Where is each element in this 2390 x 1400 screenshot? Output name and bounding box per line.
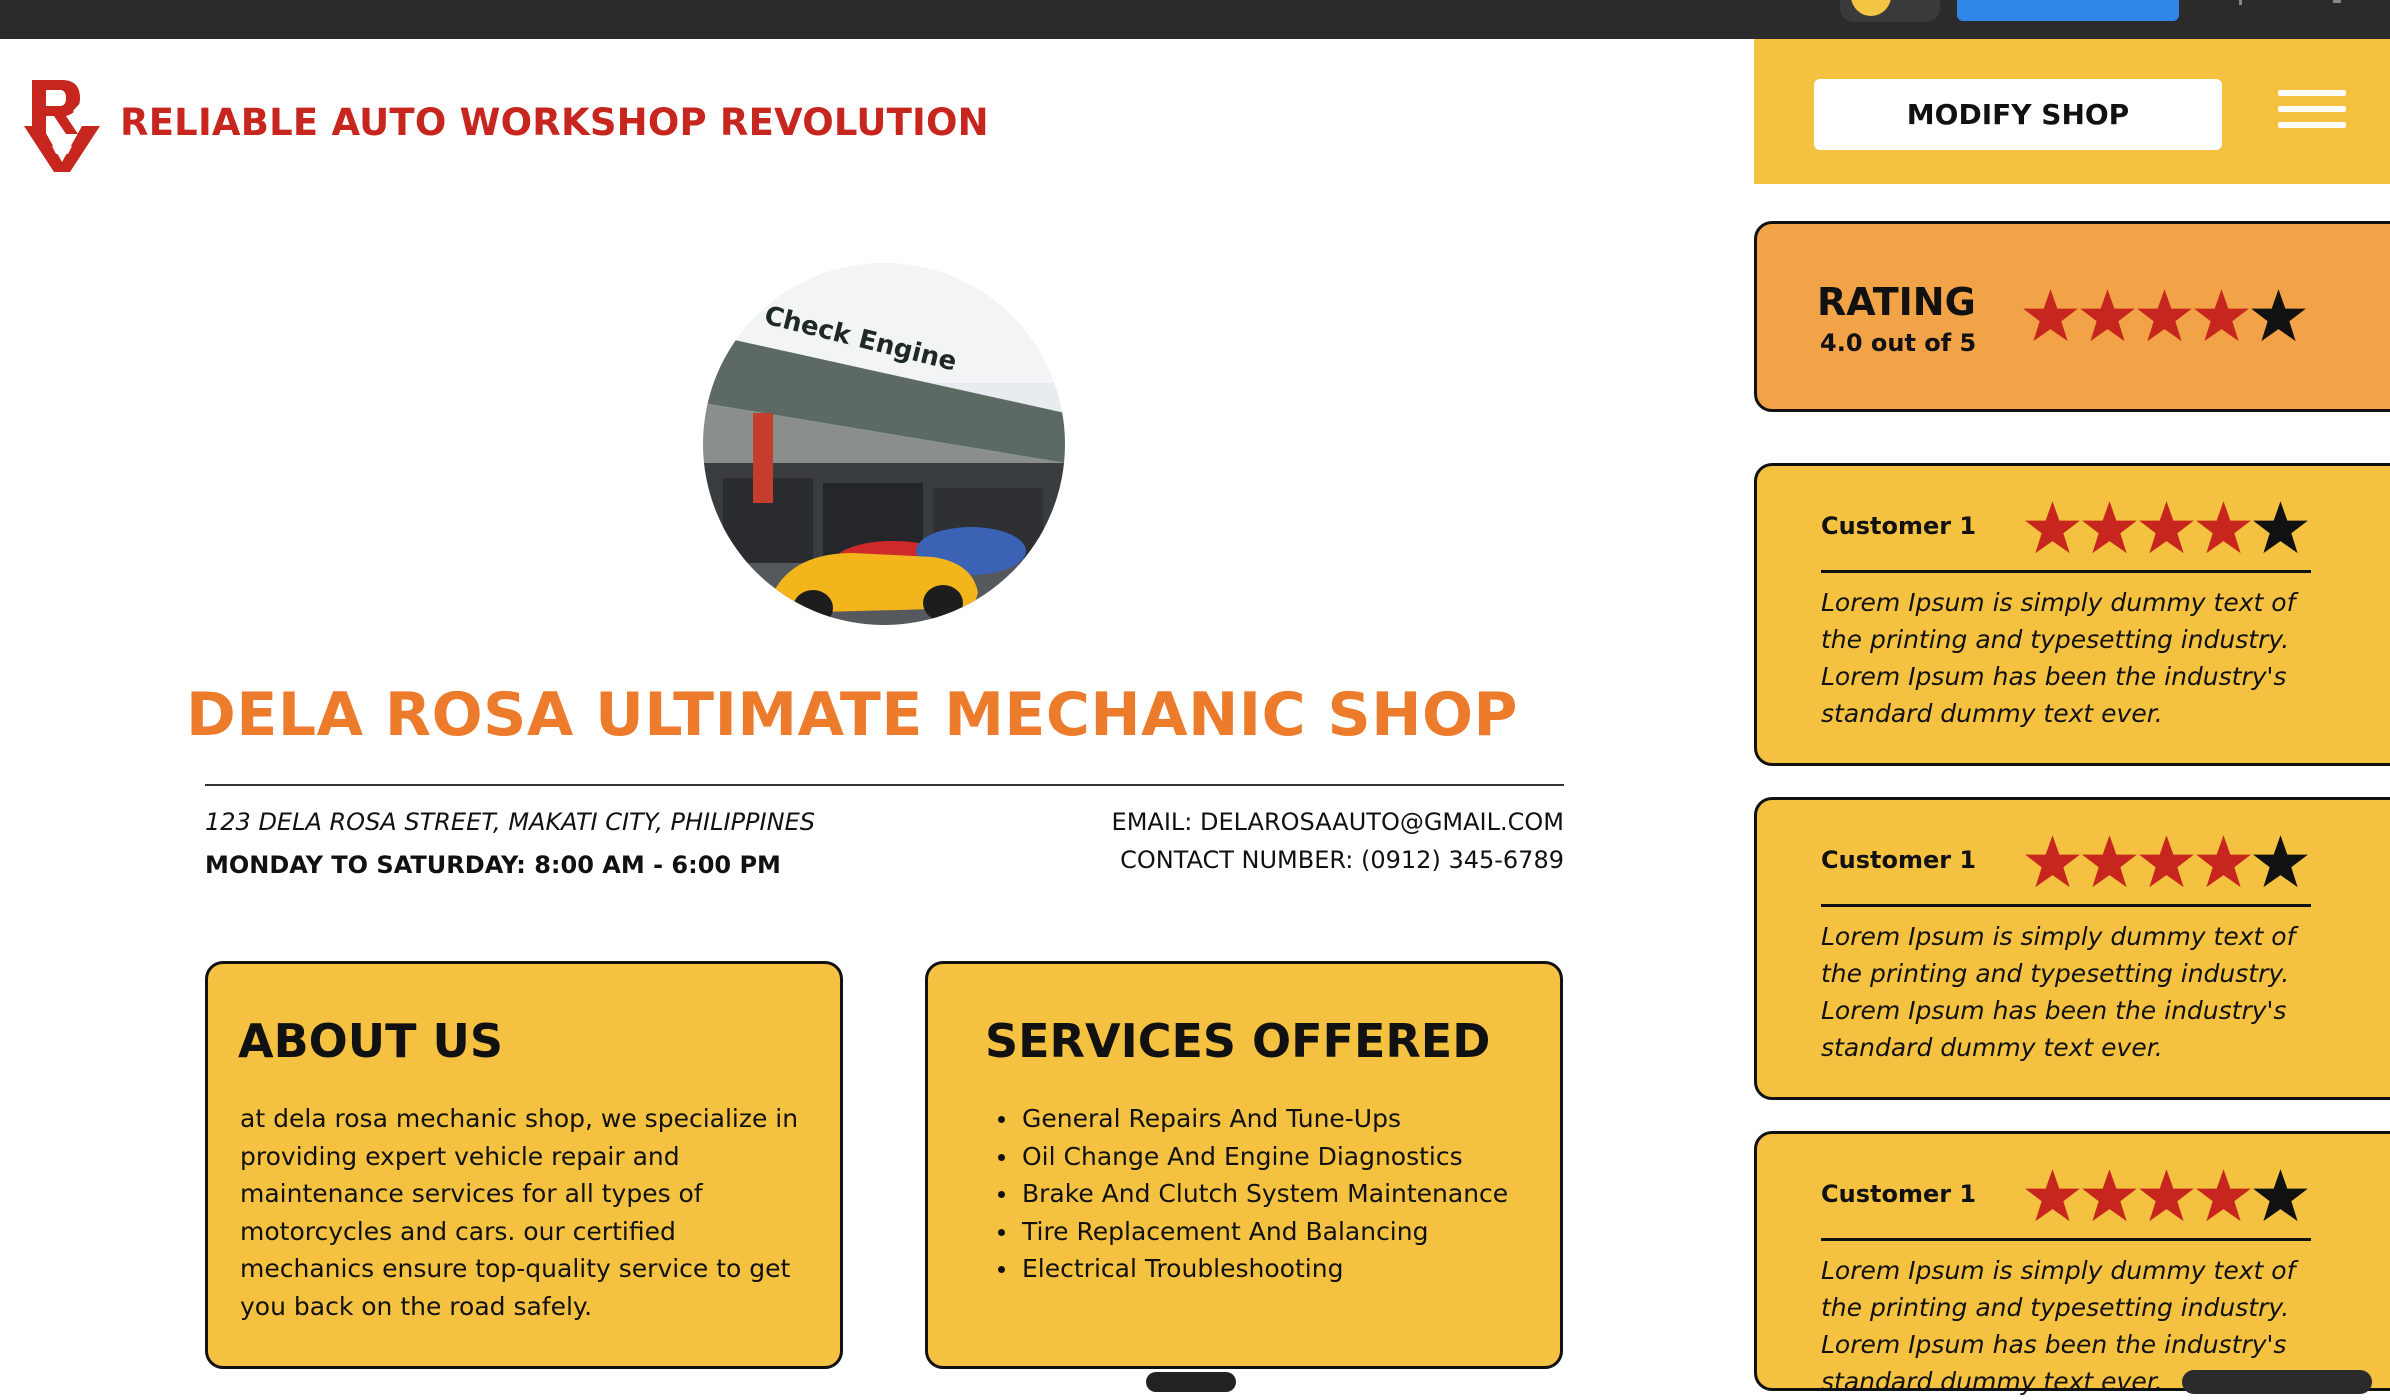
- about-text: at dela rosa mechanic shop, we specializ…: [240, 1104, 799, 1321]
- divider: [205, 784, 1564, 786]
- shop-phone[interactable]: CONTACT NUMBER: (0912) 345-6789: [1120, 846, 1564, 874]
- top-bar-blue-button[interactable]: [1957, 0, 2179, 21]
- star-icon: [2082, 1169, 2137, 1222]
- star-icon: [2025, 1169, 2080, 1222]
- browser-top-bar: [0, 0, 2390, 39]
- hamburger-menu-icon[interactable]: [2278, 90, 2346, 132]
- star-icon: [2251, 289, 2306, 342]
- star-icon: [2080, 289, 2135, 342]
- star-icon: [2253, 835, 2308, 888]
- modify-shop-button[interactable]: MODIFY SHOP: [1814, 79, 2222, 150]
- star-icon: [2194, 289, 2249, 342]
- star-icon: [2139, 1169, 2194, 1222]
- service-item: Electrical Troubleshooting: [988, 1250, 1508, 1288]
- star-icon: [2082, 501, 2137, 554]
- star-icon: [2253, 1169, 2308, 1222]
- review-divider: [1821, 1238, 2311, 1241]
- star-icon: [2196, 835, 2251, 888]
- floating-widget[interactable]: [2182, 1370, 2372, 1394]
- review-customer-name: Customer 1: [1821, 846, 1977, 874]
- star-icon: [2025, 501, 2080, 554]
- review-divider: [1821, 904, 2311, 907]
- rating-card: RATING 4.0 out of 5: [1754, 221, 2390, 412]
- star-icon: [2139, 835, 2194, 888]
- shop-hours: MONDAY TO SATURDAY: 8:00 AM - 6:00 PM: [205, 851, 781, 879]
- top-bar-mark: [2333, 0, 2341, 3]
- ra-logo-icon: [24, 80, 104, 172]
- services-card: SERVICES OFFERED General Repairs And Tun…: [925, 961, 1563, 1369]
- review-card: Customer 1 Lorem Ipsum is simply dummy t…: [1754, 1131, 2390, 1396]
- review-stars: [2024, 1167, 2309, 1224]
- service-item: General Repairs And Tune-Ups: [988, 1100, 1508, 1138]
- review-stars: [2024, 833, 2309, 890]
- shop-email[interactable]: EMAIL: DELAROSAAUTO@GMAIL.COM: [1112, 808, 1564, 836]
- brand[interactable]: RELIABLE AUTO WORKSHOP REVOLUTION: [22, 72, 989, 172]
- star-icon: [2137, 289, 2192, 342]
- review-customer-name: Customer 1: [1821, 1180, 1977, 1208]
- top-bar-mark: [2239, 0, 2242, 5]
- shop-photo: Check Engine: [703, 263, 1065, 625]
- shop-name: DELA ROSA ULTIMATE MECHANIC SHOP: [186, 680, 1518, 750]
- about-heading: ABOUT US: [238, 1014, 503, 1068]
- services-list: General Repairs And Tune-Ups Oil Change …: [988, 1100, 1508, 1288]
- services-heading: SERVICES OFFERED: [985, 1014, 1491, 1068]
- star-icon: [2139, 501, 2194, 554]
- scroll-indicator[interactable]: [1146, 1372, 1236, 1392]
- star-icon: [2253, 501, 2308, 554]
- shop-address: 123 DELA ROSA STREET, MAKATI CITY, PHILI…: [205, 808, 815, 836]
- about-card: ABOUT US at dela rosa mechanic shop, we …: [205, 961, 843, 1369]
- review-stars: [2024, 499, 2309, 556]
- review-customer-name: Customer 1: [1821, 512, 1977, 540]
- service-item: Brake And Clutch System Maintenance: [988, 1175, 1508, 1213]
- review-divider: [1821, 570, 2311, 573]
- brand-name: RELIABLE AUTO WORKSHOP REVOLUTION: [120, 100, 989, 144]
- service-item: Oil Change And Engine Diagnostics: [988, 1138, 1508, 1176]
- star-icon: [2023, 289, 2078, 342]
- review-card: Customer 1 Lorem Ipsum is simply dummy t…: [1754, 797, 2390, 1100]
- star-icon: [2196, 501, 2251, 554]
- rating-subtitle: 4.0 out of 5: [1820, 329, 1977, 357]
- star-icon: [2025, 835, 2080, 888]
- star-icon: [2082, 835, 2137, 888]
- rating-title: RATING: [1817, 280, 1976, 324]
- review-card: Customer 1 Lorem Ipsum is simply dummy t…: [1754, 463, 2390, 766]
- star-icon: [2196, 1169, 2251, 1222]
- review-text: Lorem Ipsum is simply dummy text of the …: [1821, 922, 2296, 1062]
- rating-stars: [2022, 287, 2307, 344]
- service-item: Tire Replacement And Balancing: [988, 1213, 1508, 1251]
- review-text: Lorem Ipsum is simply dummy text of the …: [1821, 588, 2296, 728]
